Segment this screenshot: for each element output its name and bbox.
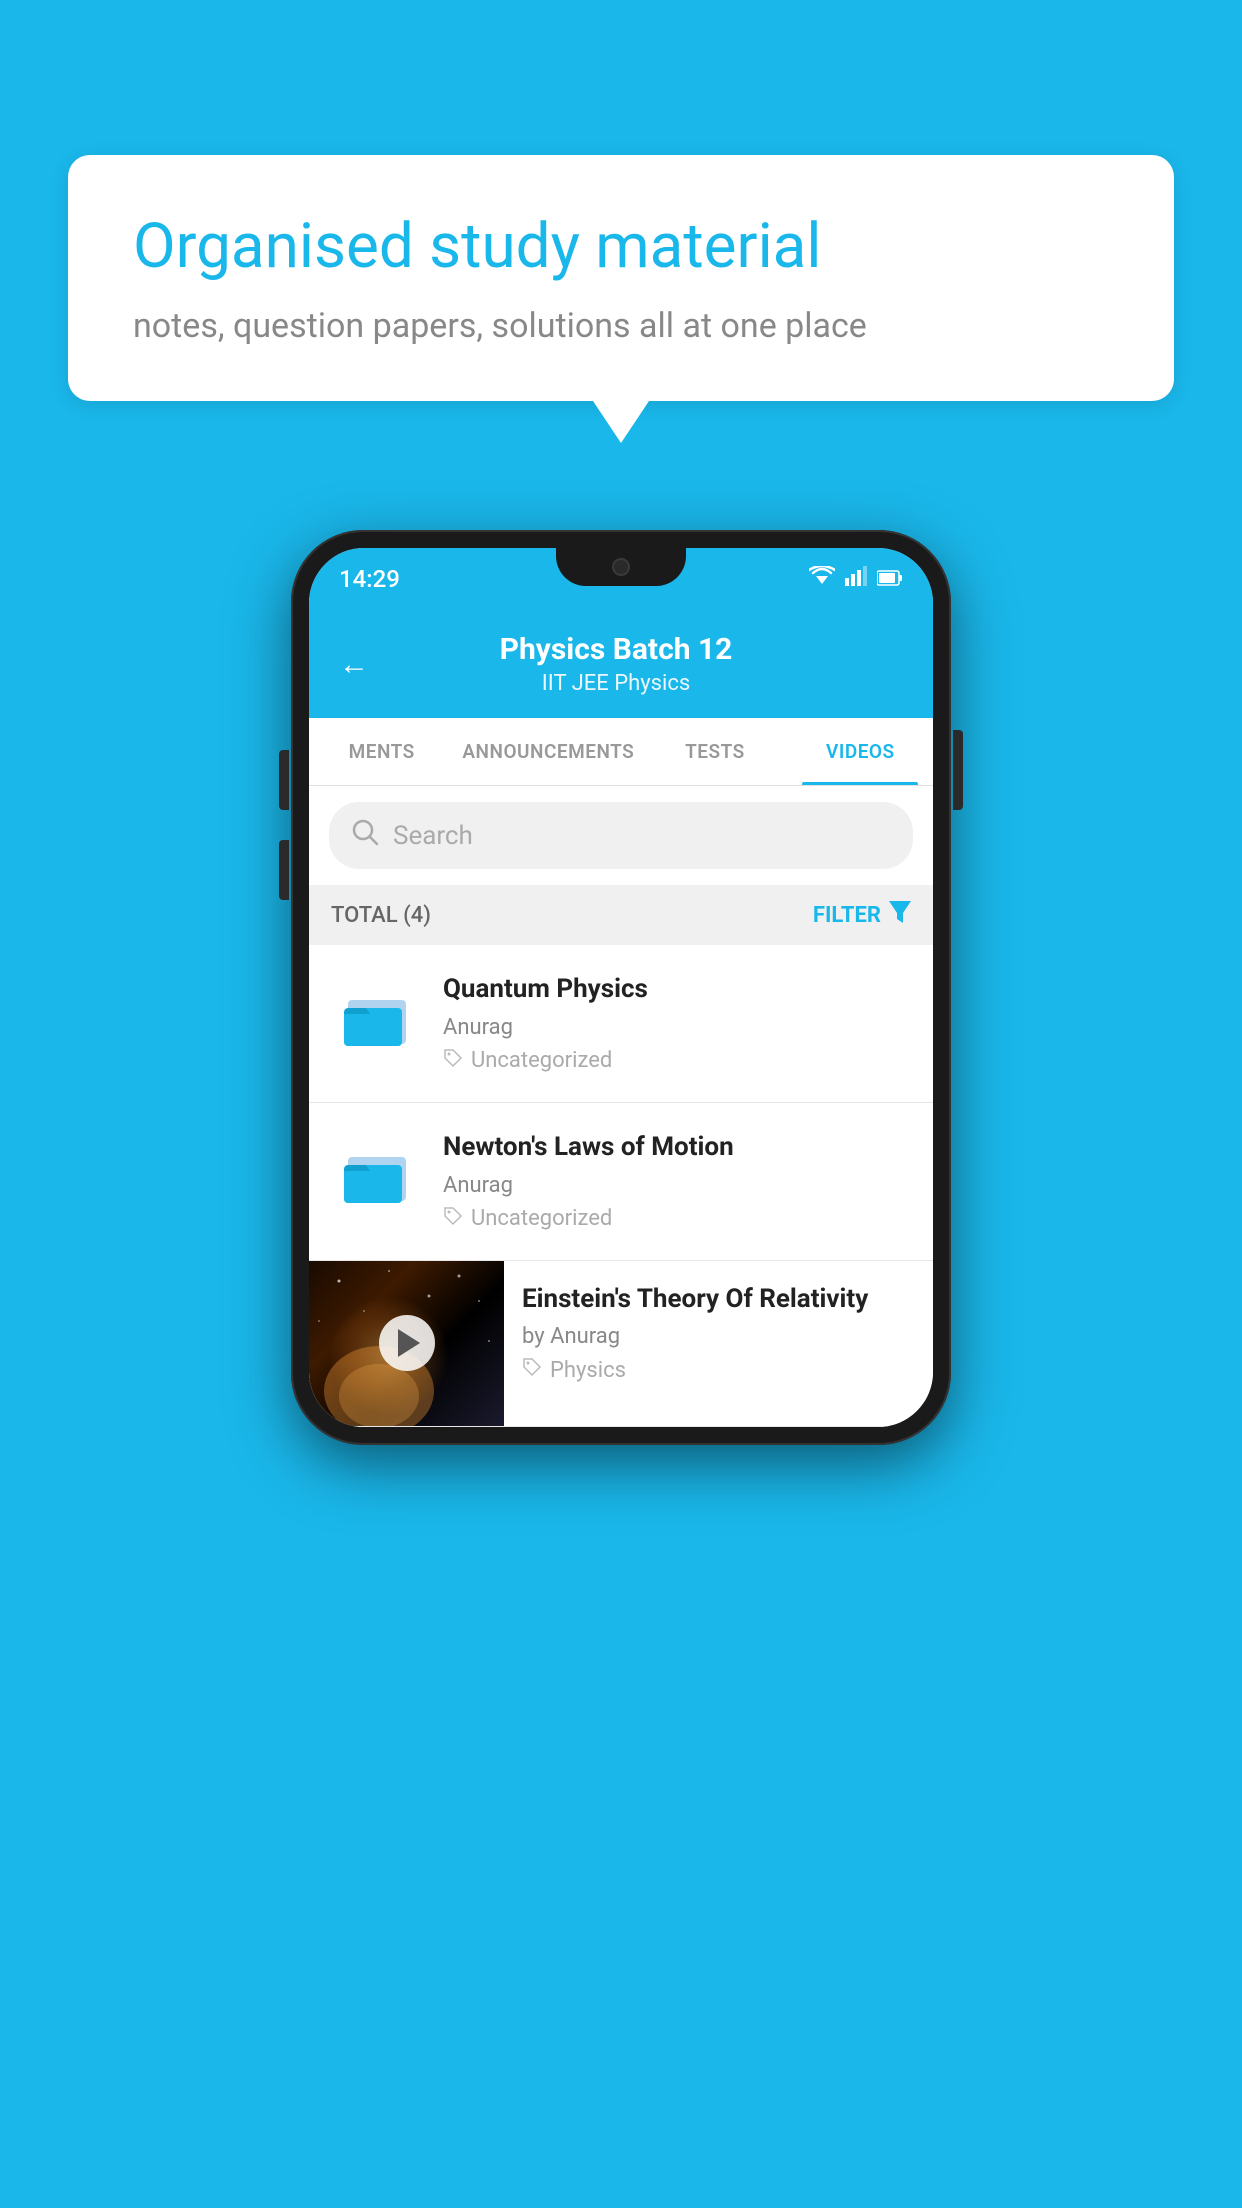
phone-mockup: 14:29 <box>291 530 951 1445</box>
tag-icon <box>443 1048 463 1074</box>
tag-icon <box>522 1357 542 1383</box>
speech-bubble-container: Organised study material notes, question… <box>68 155 1174 401</box>
app-subtitle: IIT JEE Physics <box>389 671 843 696</box>
item-author: Anurag <box>443 1015 911 1040</box>
item-author: by Anurag <box>522 1324 915 1349</box>
item-info: Einstein's Theory Of Relativity by Anura… <box>504 1261 933 1406</box>
item-title: Newton's Laws of Motion <box>443 1131 911 1165</box>
search-input[interactable]: Search <box>393 821 473 851</box>
item-thumbnail <box>331 973 421 1063</box>
status-bar: 14:29 <box>309 548 933 610</box>
item-title: Einstein's Theory Of Relativity <box>522 1283 915 1317</box>
wifi-icon <box>809 566 835 592</box>
item-tag: Uncategorized <box>443 1048 911 1074</box>
item-tag: Uncategorized <box>443 1206 911 1232</box>
phone-screen: 14:29 <box>309 548 933 1427</box>
tab-tests[interactable]: TESTS <box>642 718 787 785</box>
app-header: ← Physics Batch 12 IIT JEE Physics <box>309 610 933 718</box>
speech-bubble: Organised study material notes, question… <box>68 155 1174 401</box>
list-item[interactable]: Einstein's Theory Of Relativity by Anura… <box>309 1261 933 1427</box>
play-triangle-icon <box>398 1329 420 1357</box>
volume-up-button <box>279 840 289 900</box>
video-list: Quantum Physics Anurag Uncategorized <box>309 945 933 1427</box>
item-author: Anurag <box>443 1173 911 1198</box>
battery-icon <box>877 567 903 592</box>
bubble-subtitle: notes, question papers, solutions all at… <box>133 306 1109 346</box>
list-item[interactable]: Quantum Physics Anurag Uncategorized <box>309 945 933 1103</box>
list-item[interactable]: Newton's Laws of Motion Anurag Uncategor… <box>309 1103 933 1261</box>
play-button[interactable] <box>379 1315 435 1371</box>
tab-videos[interactable]: VIDEOS <box>788 718 933 785</box>
filter-bar: TOTAL (4) FILTER <box>309 885 933 945</box>
search-icon <box>351 818 379 853</box>
app-title: Physics Batch 12 <box>389 632 843 667</box>
back-arrow-icon[interactable]: ← <box>339 647 369 682</box>
search-container: Search <box>309 786 933 885</box>
tabs-bar: MENTS ANNOUNCEMENTS TESTS VIDEOS <box>309 718 933 786</box>
tab-ments[interactable]: MENTS <box>309 718 454 785</box>
tag-label: Physics <box>550 1358 626 1383</box>
filter-label: FILTER <box>813 903 881 928</box>
item-title: Quantum Physics <box>443 973 911 1007</box>
filter-button[interactable]: FILTER <box>813 901 911 929</box>
front-camera <box>612 558 630 576</box>
total-count: TOTAL (4) <box>331 903 431 928</box>
filter-funnel-icon <box>889 901 911 929</box>
phone-outer: 14:29 <box>291 530 951 1445</box>
header-center: Physics Batch 12 IIT JEE Physics <box>389 632 843 696</box>
item-tag: Physics <box>522 1357 915 1383</box>
status-time: 14:29 <box>339 565 400 593</box>
item-info: Quantum Physics Anurag Uncategorized <box>443 973 911 1074</box>
signal-icon <box>845 566 867 592</box>
item-thumbnail <box>331 1131 421 1221</box>
search-box[interactable]: Search <box>329 802 913 869</box>
notch <box>556 548 686 586</box>
status-icons <box>809 566 903 592</box>
bubble-title: Organised study material <box>133 210 1109 284</box>
item-info: Newton's Laws of Motion Anurag Uncategor… <box>443 1131 911 1232</box>
tag-icon <box>443 1206 463 1232</box>
tag-label: Uncategorized <box>471 1206 612 1231</box>
tag-label: Uncategorized <box>471 1048 612 1073</box>
tab-announcements[interactable]: ANNOUNCEMENTS <box>454 718 642 785</box>
video-thumbnail <box>309 1261 504 1426</box>
